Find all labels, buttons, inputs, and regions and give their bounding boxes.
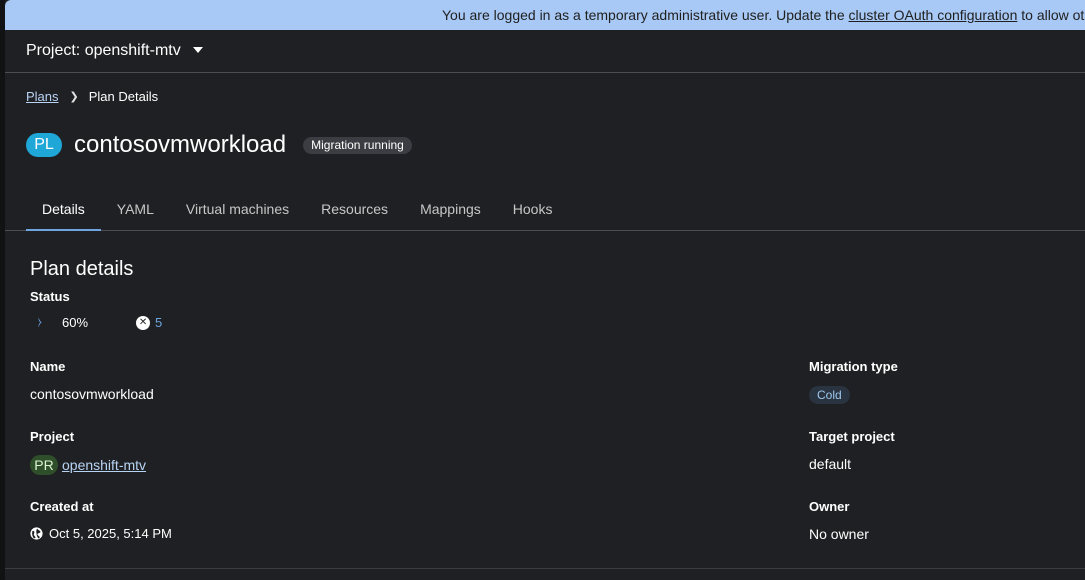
name-label: Name [30,359,66,374]
oauth-config-link[interactable]: cluster OAuth configuration [849,7,1018,23]
title-row: PL contosovmworkload Migration running [26,131,412,159]
owner-label: Owner [809,499,850,514]
banner-text-end: to allow ot [1017,7,1085,23]
app-frame: You are logged in as a temporary adminis… [5,0,1085,580]
admin-banner: You are logged in as a temporary adminis… [5,0,1085,30]
created-at-row: Oct 5, 2025, 5:14 PM [30,526,172,541]
migration-type-label: Migration type [809,359,898,374]
name-value: contosovmworkload [30,386,154,402]
plan-badge: PL [26,133,62,157]
spinner-icon: ⧽ [38,316,42,328]
tab-hooks[interactable]: Hooks [497,193,569,231]
project-selector[interactable]: Project: openshift-mtv [5,30,1085,73]
banner-text: You are logged in as a temporary adminis… [442,7,849,23]
owner-value: No owner [809,526,869,542]
breadcrumb: Plans ❯ Plan Details [26,89,158,104]
target-project-label: Target project [809,429,895,444]
project-link[interactable]: openshift-mtv [62,457,146,473]
globe-icon [30,527,43,540]
tab-mappings[interactable]: Mappings [404,193,497,231]
page-header: Plans ❯ Plan Details PL contosovmworkloa… [5,73,1085,232]
caret-down-icon [192,47,203,53]
error-circle-icon: ✕ [136,315,151,330]
tab-bar: Details YAML Virtual machines Resources … [26,193,569,232]
project-value-row: PR openshift-mtv [30,455,146,475]
breadcrumb-current: Plan Details [88,89,159,104]
status-row: ⧽ 60% ✕ 5 [30,315,162,330]
tab-yaml[interactable]: YAML [101,193,170,231]
tab-details[interactable]: Details [26,193,101,232]
status-badge: Migration running [303,136,412,154]
chevron-right-icon: ❯ [69,91,79,103]
migration-type-badge: Cold [809,386,850,404]
error-count-link[interactable]: ✕ 5 [136,315,162,330]
breadcrumb-plans-link[interactable]: Plans [26,89,59,104]
created-at-value: Oct 5, 2025, 5:14 PM [49,526,172,541]
page-title: contosovmworkload [74,131,287,158]
error-count: 5 [155,315,163,330]
plan-details-section: Plan details Status ⧽ 60% ✕ 5 Name conto… [5,231,1085,569]
target-project-value: default [809,456,852,472]
project-selector-label: Project: openshift-mtv [26,42,181,59]
status-label: Status [30,289,70,304]
project-badge: PR [30,455,58,475]
progress-value: 60% [62,315,89,330]
tab-resources[interactable]: Resources [305,193,404,231]
tab-virtual-machines[interactable]: Virtual machines [170,193,305,231]
project-label: Project [30,429,75,444]
created-at-label: Created at [30,499,94,514]
section-title: Plan details [30,258,134,280]
